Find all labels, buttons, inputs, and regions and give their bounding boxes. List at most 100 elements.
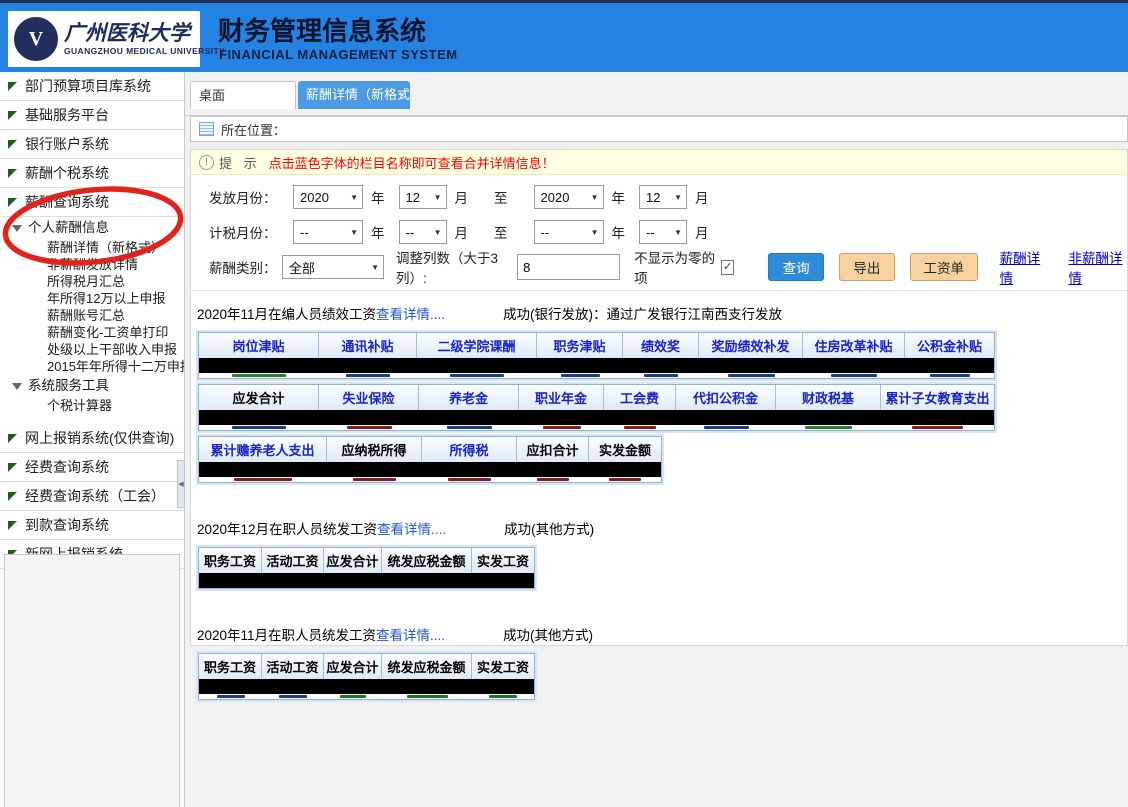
hint-text: 点击蓝色字体的栏目名称即可查看合并详情信息！ [269,153,555,172]
year-unit: 年 [612,187,626,207]
table-header-cell[interactable]: 累计赡养老人支出 [199,437,327,462]
table-header-cell: 应纳税所得 [327,437,422,462]
sidebar-item-label: 薪酬变化-工资单打印 [47,325,168,340]
month-unit: 月 [455,187,469,207]
view-detail-link[interactable]: 查看详情.... [376,307,445,322]
app-header: V 广州医科大学 GUANGZHOU MEDICAL UNIVERSITY 财务… [0,0,1128,72]
sidebar-item-12[interactable]: 处级以上干部收入申报 [0,341,184,358]
chevron-down-icon: ▼ [591,193,599,202]
table-header-cell: 活动工资 [262,548,324,573]
non-salary-detail-link[interactable]: 非薪酬详情 [1068,247,1127,287]
payment-status: 成功(银行发放)：通过广发银行江南西支行发放 [503,307,782,322]
university-logo: V 广州医科大学 GUANGZHOU MEDICAL UNIVERSITY [8,11,200,67]
chevron-down-icon: ▼ [674,228,682,237]
tab-desktop[interactable]: 桌面 [190,81,296,109]
sidebar-item-18[interactable]: 经费查询系统（工会） [0,482,184,511]
sidebar-item-10[interactable]: 薪酬账号汇总 [0,307,184,324]
sidebar-item-label: 薪酬个税系统 [25,165,109,181]
tax-month-from-select[interactable]: --▼ [399,220,447,244]
salary-detail-link[interactable]: 薪酬详情 [1000,247,1047,287]
sidebar-item-2[interactable]: 银行账户系统 [0,130,184,159]
tax-year-to-select[interactable]: --▼ [534,220,604,244]
query-button[interactable]: 查询 [768,253,824,281]
to-label: 至 [494,222,508,242]
close-tab-icon[interactable]: × [399,81,406,109]
sidebar-item-19[interactable]: 到款查询系统 [0,511,184,540]
columns-count-input[interactable] [517,254,620,280]
table-header-cell[interactable]: 公积金补贴 [905,333,994,358]
salary-table-0-1: 应发合计失业保险养老金职业年金工会费代扣公积金财政税基累计子女教育支出 [198,384,995,431]
redacted-values-peek [199,694,534,699]
sidebar-item-1[interactable]: 基础服务平台 [0,101,184,130]
collapsed-triangle-icon [8,521,17,530]
view-detail-link[interactable]: 查看详情.... [377,522,446,537]
sidebar-item-0[interactable]: 部门预算项目库系统 [0,72,184,101]
table-header-cell[interactable]: 代扣公积金 [676,385,776,410]
salary-table-1-0: 职务工资活动工资应发合计统发应税金额实发工资 [198,547,535,589]
pay-month-to-select[interactable]: 12▼ [639,185,687,209]
hide-zero-checkbox[interactable]: ✓ [721,260,734,275]
pay-year-to-select[interactable]: 2020▼ [534,185,604,209]
table-header-cell[interactable]: 所得税 [422,437,517,462]
tax-month-to-select[interactable]: --▼ [639,220,687,244]
section-title-row: 2020年11月在编人员绩效工资查看详情.... 成功(银行发放)：通过广发银行江… [197,303,1127,323]
chevron-down-icon: ▼ [371,263,379,272]
sidebar-item-4[interactable]: 薪酬查询系统 [0,188,184,217]
chevron-down-icon: ▼ [434,228,442,237]
sidebar-item-7[interactable]: 非薪酬发放详情 [0,256,184,273]
pay-month-from-select[interactable]: 12▼ [399,185,447,209]
salary-category-select[interactable]: 全部▼ [282,255,384,279]
category-label: 薪酬类别： [209,257,282,277]
view-detail-link[interactable]: 查看详情.... [376,628,445,643]
sidebar-item-13[interactable]: 2015年年所得十二万申报 [0,358,184,375]
sidebar-item-9[interactable]: 年所得12万以上申报 [0,290,184,307]
sidebar-item-15[interactable]: 个税计算器 [0,397,184,414]
section-title: 2020年11月在职人员统发工资 [197,628,376,643]
sidebar-item-17[interactable]: 经费查询系统 [0,453,184,482]
table-header-cell: 统发应税金额 [382,654,472,679]
sidebar-item-5[interactable]: 个人薪酬信息 [0,217,184,239]
sidebar-item-label: 薪酬详情（新格式） [47,240,164,255]
section-title: 2020年11月在编人员绩效工资 [197,307,376,322]
table-header-cell[interactable]: 财政税基 [776,385,881,410]
table-header-cell[interactable]: 工会费 [604,385,676,410]
sidebar-collapse-handle[interactable]: ◀ [177,460,185,508]
tax-year-from-select[interactable]: --▼ [293,220,363,244]
table-header-cell: 活动工资 [262,654,324,679]
year-unit: 年 [371,187,385,207]
sidebar-item-label: 处级以上干部收入申报 [47,342,177,357]
salary-section-0: 2020年11月在编人员绩效工资查看详情.... 成功(银行发放)：通过广发银行江… [196,303,1127,488]
table-header-cell[interactable]: 奖励绩效补发 [699,333,803,358]
table-header-cell[interactable]: 养老金 [419,385,519,410]
table-header-cell[interactable]: 通讯补贴 [319,333,417,358]
sidebar-item-16[interactable]: 网上报销系统(仅供查询) [0,424,184,453]
table-header-cell[interactable]: 累计子女教育支出 [881,385,994,410]
info-icon: ! [199,155,214,170]
table-header-cell[interactable]: 住房改革补贴 [803,333,905,358]
pay-year-from-select[interactable]: 2020▼ [293,185,363,209]
table-header-cell: 应扣合计 [517,437,589,462]
sidebar-item-3[interactable]: 薪酬个税系统 [0,159,184,188]
table-header-cell[interactable]: 二级学院课酬 [417,333,537,358]
nonzero-label: 不显示为零的项 [634,247,716,287]
sidebar-item-11[interactable]: 薪酬变化-工资单打印 [0,324,184,341]
year-unit: 年 [371,222,385,242]
sidebar-item-6[interactable]: 薪酬详情（新格式） [0,239,184,256]
collapsed-triangle-icon [8,111,17,120]
payslip-button[interactable]: 工资单 [910,253,978,281]
export-button[interactable]: 导出 [839,253,895,281]
table-header-cell: 应发合计 [199,385,319,410]
table-header-cell[interactable]: 职务津贴 [537,333,623,358]
table-header-cell[interactable]: 岗位津贴 [199,333,319,358]
month-unit: 月 [695,187,709,207]
table-header-cell[interactable]: 失业保险 [319,385,419,410]
tab-salary-detail[interactable]: 薪酬详情（新格式） × [298,81,410,109]
expanded-triangle-icon [12,383,22,390]
table-header-cell[interactable]: 绩效奖 [623,333,699,358]
salary-section-2: 2020年11月在职人员统发工资查看详情....成功(其他方式)职务工资活动工资… [196,624,1127,705]
table-header-cell[interactable]: 职业年金 [519,385,604,410]
sidebar-item-14[interactable]: 系统服务工具 [0,375,184,397]
table-header-cell: 职务工资 [199,654,262,679]
sidebar-item-label: 基础服务平台 [25,107,109,123]
sidebar-item-8[interactable]: 所得税月汇总 [0,273,184,290]
